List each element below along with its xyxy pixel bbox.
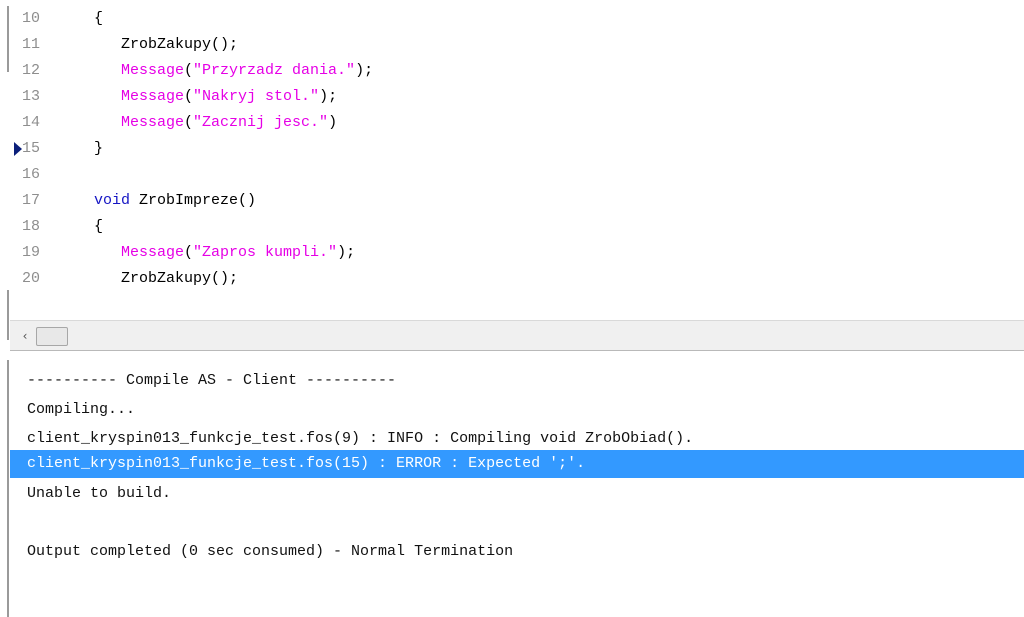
code-token: ZrobZakupy(); [94,36,239,53]
code-line[interactable]: 16 [10,162,1010,188]
code-line[interactable]: 15} [10,136,1010,162]
code-token: ZrobZakupy(); [94,270,239,287]
code-token: ( [184,114,194,131]
code-text: Message("Zapros kumpli."); [94,240,355,266]
string-token: "Nakryj stol." [193,88,320,105]
code-token: ); [337,244,356,261]
string-token: Message [94,244,185,261]
output-line[interactable]: Compiling... [10,395,1024,424]
code-token: } [94,140,104,157]
code-token: ( [184,88,194,105]
code-token: ); [355,62,374,79]
string-token: Message [94,88,185,105]
code-line[interactable]: 14 Message("Zacznij jesc.") [10,110,1010,136]
string-token: "Zapros kumpli." [193,244,338,261]
line-number: 17 [22,192,41,209]
output-panel[interactable]: ---------- Compile AS - Client ---------… [10,354,1024,617]
string-token: Message [94,114,185,131]
gutter-divider [7,360,9,617]
gutter-divider [7,290,9,340]
line-number: 19 [22,244,41,261]
code-editor[interactable]: 10{11 ZrobZakupy(); 12 Message("Przyrzadz… [10,0,1024,320]
line-number: 20 [22,270,41,287]
code-line[interactable]: 20 ZrobZakupy(); [10,266,1010,292]
code-line[interactable]: 17 void ZrobImpreze() [10,188,1010,214]
code-token: ZrobImpreze() [130,192,257,209]
code-token: ( [184,244,194,261]
code-line[interactable]: 10 { [10,6,1010,32]
line-number: 16 [22,166,41,183]
code-token: ( [184,62,194,79]
output-line[interactable]: Output completed (0 sec consumed) - Norm… [10,537,1024,566]
code-line[interactable]: 19 Message("Zapros kumpli."); [10,240,1010,266]
output-line[interactable] [10,508,1024,537]
string-token: "Zacznij jesc." [193,114,329,131]
code-token: ); [319,88,338,105]
output-line-selected[interactable]: client_kryspin013_funkcje_test.fos(15) :… [10,450,1024,478]
code-line[interactable]: 18 { [10,214,1010,240]
code-text: { [94,214,103,240]
line-number: 18 [22,218,41,235]
gutter-divider [7,6,9,72]
line-number: 11 [22,36,41,53]
code-text: void ZrobImpreze() [94,188,256,214]
code-line[interactable]: 12 Message("Przyrzadz dania."); [10,58,1010,84]
chevron-left-icon[interactable]: ‹ [16,327,34,345]
scrollbar-thumb[interactable] [36,327,68,346]
code-line[interactable]: 13 Message("Nakryj stol."); [10,84,1010,110]
keyword-token: void [94,192,131,209]
code-text: ZrobZakupy(); [94,266,238,292]
code-text: Message("Nakryj stol."); [94,84,337,110]
left-margin-strip [0,0,10,617]
line-number: 13 [22,88,41,105]
code-line[interactable]: 11 ZrobZakupy(); [10,32,1010,58]
output-line[interactable]: ---------- Compile AS - Client ---------… [10,366,1024,395]
code-text: } [94,136,103,162]
current-line-marker-icon [14,142,22,156]
line-number: 12 [22,62,41,79]
code-text: { [94,6,103,32]
code-token: ) [328,114,338,131]
output-line[interactable]: client_kryspin013_funkcje_test.fos(9) : … [10,424,1024,453]
code-text: ZrobZakupy(); [94,32,238,58]
output-line[interactable]: Unable to build. [10,479,1024,508]
code-token: { [94,218,104,235]
code-token: { [94,10,104,27]
code-text: Message("Zacznij jesc.") [94,110,337,136]
line-number: 14 [22,114,41,131]
line-number: 10 [22,10,41,27]
code-text: Message("Przyrzadz dania."); [94,58,373,84]
horizontal-scrollbar[interactable]: ‹ [10,320,1024,351]
line-number: 15 [22,140,41,157]
string-token: "Przyrzadz dania." [193,62,356,79]
string-token: Message [94,62,185,79]
